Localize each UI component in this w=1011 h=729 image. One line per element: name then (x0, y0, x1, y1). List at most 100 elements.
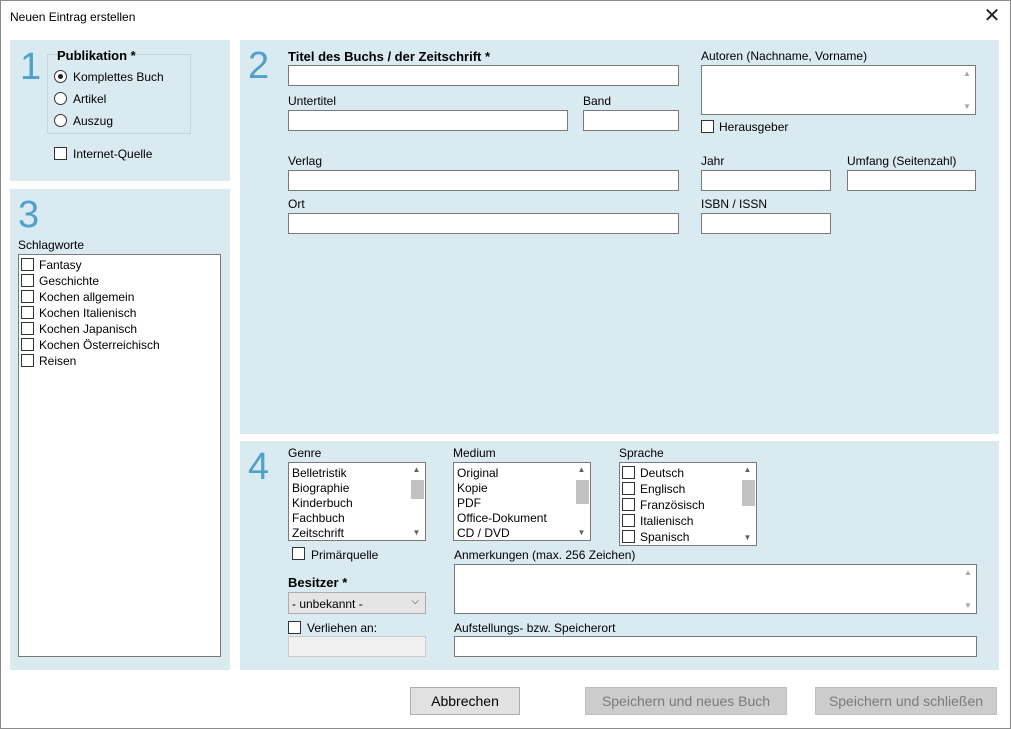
radio-article-button[interactable] (54, 92, 67, 105)
genre-item[interactable]: Kinderbuch (292, 496, 353, 510)
place-input[interactable] (288, 213, 679, 234)
volume-label: Band (583, 94, 612, 108)
keywords-panel: 3 Schlagworte Fantasy Geschichte Kochen … (10, 189, 230, 670)
language-label: Sprache (619, 446, 664, 460)
keyword-label: Kochen Österreichisch (39, 338, 160, 352)
keyword-label: Geschichte (39, 274, 100, 288)
scroll-up-icon[interactable]: ▲ (964, 568, 972, 577)
publisher-input[interactable] (288, 170, 679, 191)
publisher-label: Verlag (288, 154, 323, 168)
notes-label: Anmerkungen (max. 256 Zeichen) (454, 548, 636, 562)
keyword-checkbox[interactable] (21, 338, 34, 351)
save-and-close-button[interactable]: Speichern und schließen (815, 687, 997, 715)
radio-complete-book-button[interactable] (54, 70, 67, 83)
location-label: Aufstellungs- bzw. Speicherort (454, 621, 616, 635)
language-label-item: Spanisch (640, 530, 690, 544)
book-details-panel: 2 Titel des Buchs / der Zeitschrift * Un… (240, 40, 999, 434)
authors-scrollbar[interactable]: ▲ ▼ (959, 67, 974, 113)
radio-complete-book-label: Komplettes Buch (73, 70, 164, 84)
medium-scrollbar[interactable]: ▲ ▼ (573, 463, 590, 540)
lent-checkbox[interactable] (288, 621, 301, 634)
radio-article-label: Artikel (73, 92, 107, 106)
medium-item[interactable]: PDF (457, 496, 481, 510)
owner-select[interactable]: - unbekannt - ⌵ (288, 592, 426, 614)
keywords-label: Schlagworte (18, 238, 85, 252)
keyword-label: Kochen Japanisch (39, 322, 138, 336)
cancel-button[interactable]: Abbrechen (410, 687, 520, 715)
genre-label: Genre (288, 446, 322, 460)
publication-heading: Publikation * (57, 48, 136, 63)
year-input[interactable] (701, 170, 831, 191)
scroll-up-icon[interactable]: ▲ (573, 463, 590, 477)
medium-label: Medium (453, 446, 496, 460)
language-checkbox[interactable] (622, 530, 635, 543)
language-checkbox[interactable] (622, 498, 635, 511)
classification-panel: 4 Genre Belletristik Biographie Kinderbu… (240, 441, 999, 670)
scroll-down-icon[interactable]: ▼ (408, 526, 425, 540)
keyword-checkbox[interactable] (21, 290, 34, 303)
language-scrollbar[interactable]: ▲ ▼ (739, 463, 756, 545)
close-icon[interactable]: ✕ (980, 5, 1004, 29)
keyword-label: Kochen Italienisch (39, 306, 137, 320)
keyword-checkbox[interactable] (21, 258, 34, 271)
scroll-thumb[interactable] (742, 480, 755, 506)
save-and-new-button[interactable]: Speichern und neues Buch (585, 687, 787, 715)
medium-list[interactable]: Original Kopie PDF Office-Dokument CD / … (453, 462, 591, 541)
genre-item[interactable]: Fachbuch (292, 511, 345, 525)
editor-checkbox[interactable] (701, 120, 714, 133)
isbn-input[interactable] (701, 213, 831, 234)
scroll-down-icon[interactable]: ▼ (964, 601, 972, 610)
section-number-1: 1 (20, 46, 42, 88)
publication-group (47, 54, 191, 134)
title-input[interactable] (288, 65, 679, 86)
keyword-checkbox[interactable] (21, 322, 34, 335)
internet-source-label: Internet-Quelle (73, 147, 153, 161)
subtitle-input[interactable] (288, 110, 568, 131)
publication-panel: 1 Publikation * Komplettes Buch Artikel … (10, 40, 230, 181)
scroll-down-icon[interactable]: ▼ (739, 531, 756, 545)
lent-label: Verliehen an: (307, 621, 378, 635)
genre-item[interactable]: Zeitschrift (292, 526, 344, 540)
title-bar: Neuen Eintrag erstellen ✕ (1, 1, 1010, 33)
primary-source-checkbox[interactable] (292, 547, 305, 560)
keyword-label: Kochen allgemein (39, 290, 135, 304)
notes-input[interactable]: ▲ ▼ (454, 564, 977, 614)
scroll-up-icon[interactable]: ▲ (408, 463, 425, 477)
dialog-window: Neuen Eintrag erstellen ✕ 1 Publikation … (0, 0, 1011, 729)
scroll-down-icon[interactable]: ▼ (963, 102, 971, 111)
language-list[interactable]: Deutsch Englisch Französisch Italienisch… (619, 462, 757, 546)
scroll-thumb[interactable] (411, 480, 424, 499)
owner-label: Besitzer * (288, 575, 348, 590)
keywords-list[interactable]: Fantasy Geschichte Kochen allgemein Koch… (18, 254, 221, 657)
pages-input[interactable] (847, 170, 976, 191)
scroll-thumb[interactable] (576, 480, 589, 504)
medium-item[interactable]: Kopie (457, 481, 488, 495)
radio-excerpt-button[interactable] (54, 114, 67, 127)
scroll-down-icon[interactable]: ▼ (573, 526, 590, 540)
keyword-checkbox[interactable] (21, 274, 34, 287)
scroll-up-icon[interactable]: ▲ (739, 463, 756, 477)
language-checkbox[interactable] (622, 466, 635, 479)
medium-item[interactable]: Original (457, 466, 498, 480)
pages-label: Umfang (Seitenzahl) (847, 154, 957, 168)
genre-item[interactable]: Biographie (292, 481, 349, 495)
authors-input[interactable]: ▲ ▼ (701, 65, 976, 115)
lent-to-input[interactable] (288, 636, 426, 657)
title-label: Titel des Buchs / der Zeitschrift * (288, 49, 491, 64)
keyword-checkbox[interactable] (21, 306, 34, 319)
place-label: Ort (288, 197, 305, 211)
genre-scrollbar[interactable]: ▲ ▼ (408, 463, 425, 540)
genre-list[interactable]: Belletristik Biographie Kinderbuch Fachb… (288, 462, 426, 541)
medium-item[interactable]: Office-Dokument (457, 511, 547, 525)
keyword-checkbox[interactable] (21, 354, 34, 367)
genre-item[interactable]: Belletristik (292, 466, 347, 480)
scroll-up-icon[interactable]: ▲ (963, 69, 971, 78)
language-checkbox[interactable] (622, 482, 635, 495)
language-checkbox[interactable] (622, 514, 635, 527)
primary-source-label: Primärquelle (311, 548, 379, 562)
notes-scrollbar[interactable]: ▲ ▼ (960, 566, 975, 612)
volume-input[interactable] (583, 110, 679, 131)
internet-source-checkbox[interactable] (54, 147, 67, 160)
location-input[interactable] (454, 636, 977, 657)
medium-item[interactable]: CD / DVD (457, 526, 510, 540)
